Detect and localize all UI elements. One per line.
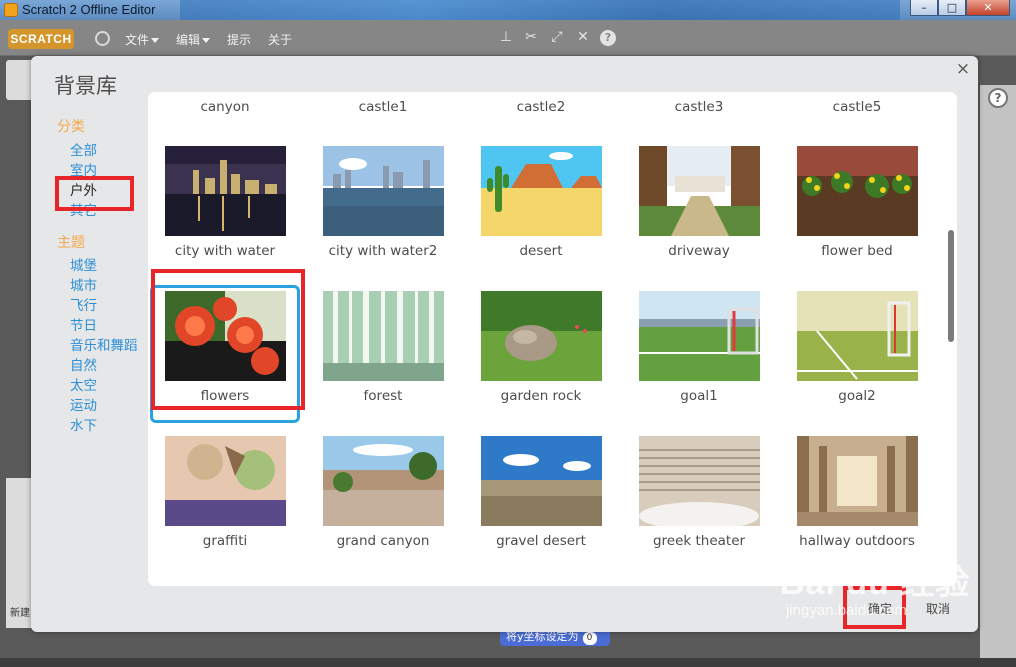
close-window-button[interactable]: ✕ xyxy=(966,0,1010,16)
backdrop-label: driveway xyxy=(668,243,730,259)
backdrop-thumbnail xyxy=(323,436,444,526)
backdrop-label: goal1 xyxy=(680,388,718,404)
backdrop-grid-panel[interactable]: canyon castle1 castle2 castle3 castle5 c… xyxy=(148,92,957,586)
scrollbar[interactable] xyxy=(945,96,957,582)
backdrop-tile[interactable]: desert xyxy=(466,140,616,278)
backdrop-thumbnail xyxy=(165,291,286,381)
menu-tips[interactable]: 提示 xyxy=(227,31,251,48)
backdrop-label: graffiti xyxy=(202,533,248,549)
theme-flying[interactable]: 飞行 xyxy=(70,294,97,314)
category-other[interactable]: 其它 xyxy=(70,199,97,219)
maximize-button[interactable]: □ xyxy=(938,0,966,16)
backdrop-label: city with water2 xyxy=(328,243,438,259)
delete-cut-icon[interactable]: ✂ xyxy=(523,29,539,45)
backdrop-label: greek theater xyxy=(652,533,746,549)
theme-city[interactable]: 城市 xyxy=(70,274,97,294)
backdrop-tile[interactable]: goal2 xyxy=(782,285,932,423)
backdrop-thumbnail xyxy=(481,146,602,236)
minimize-button[interactable]: – xyxy=(910,0,938,16)
backdrop-tile[interactable]: flowers xyxy=(150,285,300,423)
backdrop-thumbnail xyxy=(323,291,444,381)
taskbar-strip xyxy=(0,658,1016,667)
window-title: Scratch 2 Offline Editor xyxy=(22,2,156,17)
category-outdoors[interactable]: 户外 xyxy=(70,179,97,199)
scratch-logo[interactable]: SCRATCH xyxy=(8,29,74,49)
backdrop-tile[interactable]: gravel desert xyxy=(466,430,616,568)
shrink-icon[interactable]: ✕ xyxy=(575,29,591,45)
backdrop-tile[interactable]: hallway outdoors xyxy=(782,430,932,568)
grow-icon[interactable]: ⤢ xyxy=(549,29,565,45)
dialog-title: 背景库 xyxy=(54,74,117,98)
backdrop-label: gravel desert xyxy=(496,533,586,549)
theme-holiday[interactable]: 节日 xyxy=(70,314,97,334)
new-sprite-label: 新建 xyxy=(10,608,30,619)
backdrop-tile[interactable]: grand canyon xyxy=(308,430,458,568)
menu-edit[interactable]: 编辑 xyxy=(176,31,211,48)
theme-space[interactable]: 太空 xyxy=(70,374,97,394)
backdrop-library-dialog: 背景库 × 分类 全部 室内 户外 其它 主题 城堡 城市 飞行 节日 音乐和舞… xyxy=(31,56,978,632)
theme-castle[interactable]: 城堡 xyxy=(70,254,97,274)
backdrop-label: forest xyxy=(363,388,403,404)
backdrop-label: hallway outdoors xyxy=(799,533,915,549)
backdrop-thumbnail xyxy=(165,146,286,236)
tile-label-castle2[interactable]: castle2 xyxy=(471,99,611,115)
theme-sports[interactable]: 运动 xyxy=(70,394,97,414)
backdrop-label: goal2 xyxy=(838,388,876,404)
tile-label-canyon[interactable]: canyon xyxy=(155,99,295,115)
backdrop-label: grand canyon xyxy=(336,533,430,549)
tile-label-castle5[interactable]: castle5 xyxy=(787,99,927,115)
help-icon[interactable]: ? xyxy=(600,30,616,46)
backdrop-thumbnail xyxy=(639,291,760,381)
theme-heading: 主题 xyxy=(57,235,85,251)
backdrop-label: flower bed xyxy=(821,243,893,259)
backdrop-tile[interactable]: driveway xyxy=(624,140,774,278)
category-all[interactable]: 全部 xyxy=(70,139,97,159)
backdrop-tile[interactable]: greek theater xyxy=(624,430,774,568)
theme-music-dance[interactable]: 音乐和舞蹈 xyxy=(70,334,138,354)
duplicate-stamp-icon[interactable]: ⊥ xyxy=(498,29,514,45)
help-icon[interactable]: ? xyxy=(988,88,1008,108)
stage-thumbnail xyxy=(6,60,34,100)
backdrop-label: flowers xyxy=(200,388,250,404)
backdrop-label: garden rock xyxy=(500,388,582,404)
script-area xyxy=(980,85,1016,660)
category-heading: 分类 xyxy=(57,119,85,135)
backdrop-tile[interactable]: city with water xyxy=(150,140,300,278)
scrollbar-thumb[interactable] xyxy=(948,230,954,342)
backdrop-thumbnail xyxy=(797,436,918,526)
backdrop-thumbnail xyxy=(639,146,760,236)
language-globe-icon[interactable] xyxy=(95,31,110,46)
menu-file[interactable]: 文件 xyxy=(125,31,160,48)
backdrop-tile[interactable]: goal1 xyxy=(624,285,774,423)
backdrop-tile[interactable]: forest xyxy=(308,285,458,423)
category-indoors[interactable]: 室内 xyxy=(70,159,97,179)
backdrop-thumbnail xyxy=(639,436,760,526)
menu-about[interactable]: 关于 xyxy=(268,31,292,48)
scratch-menubar: SCRATCH 文件 编辑 提示 关于 ⊥ ✂ ⤢ ✕ ? xyxy=(0,20,1016,56)
backdrop-thumbnail xyxy=(481,436,602,526)
backdrop-thumbnail xyxy=(165,436,286,526)
backdrop-thumbnail xyxy=(481,291,602,381)
app-icon xyxy=(4,3,18,17)
chevron-down-icon xyxy=(151,38,160,43)
tile-label-castle3[interactable]: castle3 xyxy=(629,99,769,115)
backdrop-tile[interactable]: flower bed xyxy=(782,140,932,278)
backdrop-label: city with water xyxy=(174,243,276,259)
backdrop-label: desert xyxy=(519,243,563,259)
backdrop-tile[interactable]: city with water2 xyxy=(308,140,458,278)
backdrop-tile[interactable]: garden rock xyxy=(466,285,616,423)
window-titlebar: Scratch 2 Offline Editor – □ ✕ xyxy=(0,0,1016,20)
chevron-down-icon xyxy=(202,38,211,43)
theme-underwater[interactable]: 水下 xyxy=(70,414,97,434)
backdrop-tile[interactable]: graffiti xyxy=(150,430,300,568)
tile-label-castle1[interactable]: castle1 xyxy=(313,99,453,115)
theme-nature[interactable]: 自然 xyxy=(70,354,97,374)
backdrop-thumbnail xyxy=(797,291,918,381)
backdrop-thumbnail xyxy=(797,146,918,236)
baidu-watermark: Bai du 经验 jingyan.baidu.com xyxy=(780,564,971,619)
close-icon[interactable]: × xyxy=(955,61,971,78)
titlebar-background xyxy=(180,0,900,20)
backdrop-thumbnail xyxy=(323,146,444,236)
